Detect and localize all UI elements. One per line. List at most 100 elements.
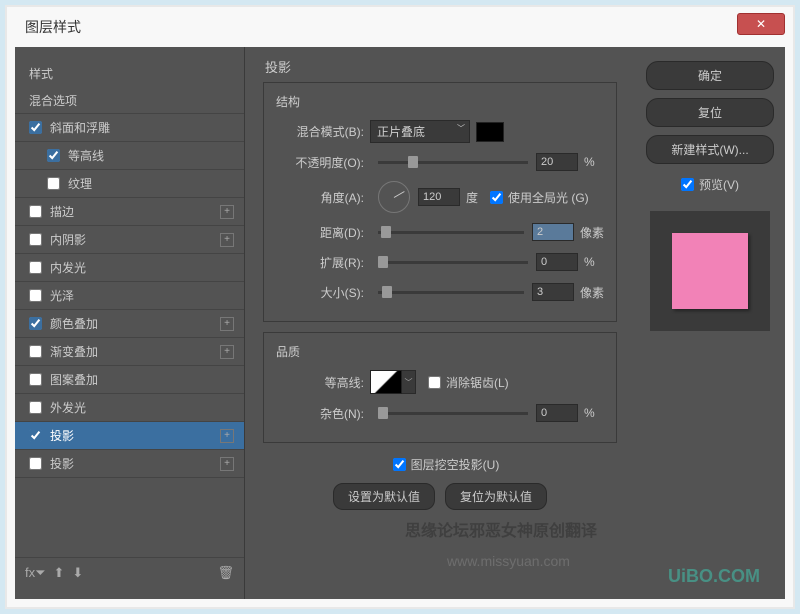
add-icon[interactable]: + <box>220 429 234 443</box>
style-color-overlay-checkbox[interactable] <box>29 317 42 330</box>
style-outer-glow[interactable]: 外发光 <box>15 394 244 422</box>
opacity-slider[interactable] <box>378 161 528 164</box>
watermark-domain: UiBO.COM <box>668 566 760 586</box>
style-texture-checkbox[interactable] <box>47 177 60 190</box>
global-light-check[interactable]: 使用全局光 (G) <box>490 189 589 206</box>
opacity-input[interactable]: 20 <box>536 153 578 171</box>
noise-slider[interactable] <box>378 412 528 415</box>
style-inner-glow-checkbox[interactable] <box>29 261 42 274</box>
add-icon[interactable]: + <box>220 317 234 331</box>
size-input[interactable]: 3 <box>532 283 574 301</box>
style-drop-shadow-checkbox[interactable] <box>29 429 42 442</box>
reset-default-button[interactable]: 复位为默认值 <box>445 483 547 510</box>
style-label: 内发光 <box>50 259 86 276</box>
opacity-label: 不透明度(O): <box>276 154 364 171</box>
contour-label: 等高线: <box>276 374 364 391</box>
trash-icon[interactable]: 🗑 <box>217 565 234 581</box>
style-label: 光泽 <box>50 287 74 304</box>
spread-slider[interactable] <box>378 261 528 264</box>
style-pattern-overlay-checkbox[interactable] <box>29 373 42 386</box>
style-drop-shadow-2-checkbox[interactable] <box>29 457 42 470</box>
quality-label: 品质 <box>276 343 604 360</box>
contour-dropdown-icon[interactable]: ﹀ <box>402 370 416 394</box>
antialias-check[interactable]: 消除锯齿(L) <box>428 374 509 391</box>
blend-mode-row: 混合模式(B): 正片叠底 <box>276 120 604 143</box>
style-outer-glow-checkbox[interactable] <box>29 401 42 414</box>
contour-picker[interactable] <box>370 370 402 394</box>
spread-input[interactable]: 0 <box>536 253 578 271</box>
noise-row: 杂色(N): 0 % <box>276 402 604 424</box>
style-stroke-checkbox[interactable] <box>29 205 42 218</box>
noise-label: 杂色(N): <box>276 405 364 422</box>
style-contour[interactable]: 等高线 <box>15 142 244 170</box>
noise-input[interactable]: 0 <box>536 404 578 422</box>
style-satin[interactable]: 光泽 <box>15 282 244 310</box>
dialog-body: 样式 混合选项 斜面和浮雕 等高线 纹理 <box>15 47 785 599</box>
angle-row: 角度(A): 120 度 使用全局光 (G) <box>276 181 604 213</box>
noise-unit: % <box>584 406 595 420</box>
style-stroke[interactable]: 描边 + <box>15 198 244 226</box>
global-light-checkbox[interactable] <box>490 191 503 204</box>
default-buttons: 设置为默认值 复位为默认值 <box>263 483 617 510</box>
blend-mode-label: 混合模式(B): <box>276 123 364 140</box>
style-pattern-overlay[interactable]: 图案叠加 <box>15 366 244 394</box>
angle-label: 角度(A): <box>276 189 364 206</box>
right-panel: 确定 复位 新建样式(W)... 预览(V) <box>635 47 785 599</box>
style-drop-shadow-1[interactable]: 投影 + <box>15 422 244 450</box>
styles-sidebar: 样式 混合选项 斜面和浮雕 等高线 纹理 <box>15 47 245 599</box>
style-inner-shadow-checkbox[interactable] <box>29 233 42 246</box>
preview-checkbox[interactable] <box>681 178 694 191</box>
arrow-down-icon[interactable]: ⬇ <box>72 565 83 581</box>
angle-input[interactable]: 120 <box>418 188 460 206</box>
close-button[interactable]: ✕ <box>737 13 785 35</box>
arrow-up-icon[interactable]: ⬆ <box>54 565 65 581</box>
add-icon[interactable]: + <box>220 457 234 471</box>
opacity-row: 不透明度(O): 20 % <box>276 151 604 173</box>
knockout-label: 图层挖空投影(U) <box>411 456 500 473</box>
style-texture[interactable]: 纹理 <box>15 170 244 198</box>
style-label: 投影 <box>50 427 74 444</box>
blend-mode-dropdown[interactable]: 正片叠底 <box>370 120 470 143</box>
distance-unit: 像素 <box>580 224 604 241</box>
cancel-button[interactable]: 复位 <box>646 98 774 127</box>
distance-label: 距离(D): <box>276 224 364 241</box>
angle-dial[interactable] <box>378 181 410 213</box>
structure-label: 结构 <box>276 93 604 110</box>
size-label: 大小(S): <box>276 284 364 301</box>
knockout-check[interactable]: 图层挖空投影(U) <box>393 456 500 473</box>
antialias-checkbox[interactable] <box>428 376 441 389</box>
style-gradient-overlay[interactable]: 渐变叠加 + <box>15 338 244 366</box>
preview-check[interactable]: 预览(V) <box>681 176 739 193</box>
spread-label: 扩展(R): <box>276 254 364 271</box>
style-bevel[interactable]: 斜面和浮雕 <box>15 114 244 142</box>
distance-slider[interactable] <box>378 231 524 234</box>
style-contour-checkbox[interactable] <box>47 149 60 162</box>
style-satin-checkbox[interactable] <box>29 289 42 302</box>
style-color-overlay[interactable]: 颜色叠加 + <box>15 310 244 338</box>
style-inner-shadow[interactable]: 内阴影 + <box>15 226 244 254</box>
style-label: 图案叠加 <box>50 371 98 388</box>
add-icon[interactable]: + <box>220 233 234 247</box>
sidebar-blend-options[interactable]: 混合选项 <box>15 88 244 114</box>
style-label: 斜面和浮雕 <box>50 119 110 136</box>
new-style-button[interactable]: 新建样式(W)... <box>646 135 774 164</box>
distance-input[interactable]: 2 <box>532 223 574 241</box>
knockout-checkbox[interactable] <box>393 458 406 471</box>
window-title: 图层样式 <box>17 13 89 41</box>
close-icon: ✕ <box>756 17 766 31</box>
knockout-row: 图层挖空投影(U) <box>263 453 617 475</box>
add-icon[interactable]: + <box>220 205 234 219</box>
style-label: 内阴影 <box>50 231 86 248</box>
make-default-button[interactable]: 设置为默认值 <box>333 483 435 510</box>
fx-icon[interactable]: fx⏷ <box>25 565 46 581</box>
style-inner-glow[interactable]: 内发光 <box>15 254 244 282</box>
style-gradient-overlay-checkbox[interactable] <box>29 345 42 358</box>
style-drop-shadow-2[interactable]: 投影 + <box>15 450 244 478</box>
style-bevel-checkbox[interactable] <box>29 121 42 134</box>
add-icon[interactable]: + <box>220 345 234 359</box>
panel-title: 投影 <box>263 57 617 76</box>
ok-button[interactable]: 确定 <box>646 61 774 90</box>
size-slider[interactable] <box>378 291 524 294</box>
global-light-label: 使用全局光 (G) <box>508 189 589 206</box>
shadow-color-swatch[interactable] <box>476 122 504 142</box>
